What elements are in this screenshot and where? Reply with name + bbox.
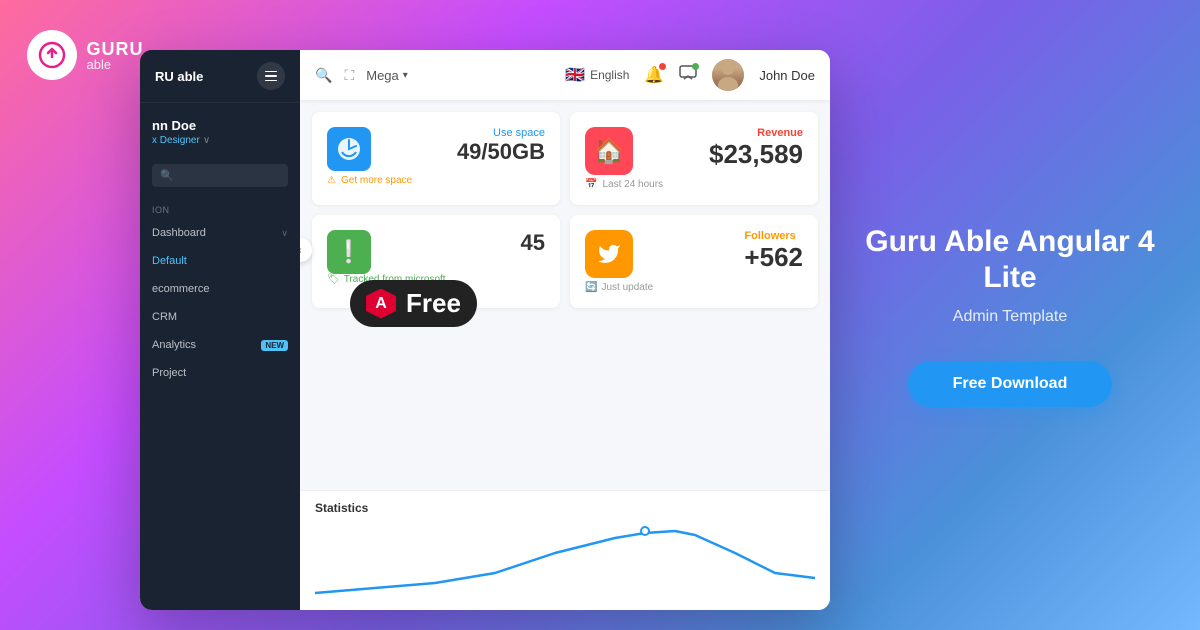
product-subtitle: Admin Template (953, 308, 1067, 326)
sidebar-item-analytics[interactable]: Analytics NEW (140, 331, 300, 359)
product-info-panel: Guru Able Angular 4 Lite Admin Template … (820, 0, 1200, 630)
storage-value: 49/50GB (457, 139, 545, 165)
storage-widget: Use space 49/50GB ⚠ Get more space (312, 112, 560, 205)
notification-dot (659, 63, 666, 70)
sidebar-header: RU able (140, 50, 300, 103)
sidebar-search[interactable]: 🔍 (152, 164, 288, 187)
topbar-username: John Doe (759, 68, 815, 83)
free-download-button[interactable]: Free Download (908, 361, 1113, 407)
sidebar-item-dashboard[interactable]: Dashboard ∨ (140, 219, 300, 247)
angular-free-badge: A Free (350, 280, 477, 327)
sidebar-item-label: ecommerce (152, 283, 209, 295)
statistics-section: Statistics (300, 490, 830, 610)
mega-label: Mega (366, 68, 399, 83)
angular-icon: A (366, 289, 396, 319)
chat-icon[interactable] (679, 65, 697, 86)
twitter-widget: Followers +562 🔄 Just update (570, 215, 818, 308)
logo-icon (27, 30, 77, 80)
main-content: 🔍 ⛶ Mega ▾ 🇬🇧 English 🔔 (300, 50, 830, 610)
revenue-date: 📅 Last 24 hours (585, 179, 803, 190)
fullscreen-icon[interactable]: ⛶ (344, 67, 354, 84)
storage-label: Use space (457, 127, 545, 139)
sidebar-item-label: Dashboard (152, 227, 206, 239)
chat-online-dot (692, 63, 699, 70)
revenue-label: Revenue (709, 127, 803, 139)
sidebar-item-project[interactable]: Project (140, 359, 300, 387)
language-selector[interactable]: 🇬🇧 English (565, 65, 629, 85)
new-badge: NEW (261, 340, 288, 351)
flag-icon: 🇬🇧 (565, 65, 585, 85)
followers-value: +562 (744, 242, 803, 273)
bugs-icon: ❕ (327, 230, 371, 274)
sidebar-item-ecommerce[interactable]: ecommerce (140, 275, 300, 303)
chevron-down-icon: ▾ (403, 70, 408, 81)
hamburger-button[interactable] (257, 62, 285, 90)
followers-update: 🔄 Just update (585, 282, 803, 293)
sidebar-role: x Designer ∨ (152, 135, 288, 146)
logo-container: GURU able (27, 30, 144, 80)
sidebar-user: nn Doe x Designer ∨ (140, 103, 300, 156)
sidebar-item-label: Analytics (152, 339, 196, 351)
followers-label: Followers (744, 230, 803, 242)
search-icon: 🔍 (160, 169, 174, 182)
product-title: Guru Able Angular 4 Lite (860, 224, 1160, 296)
topbar: 🔍 ⛶ Mega ▾ 🇬🇧 English 🔔 (300, 50, 830, 100)
sidebar-username: nn Doe (152, 118, 288, 133)
avatar-image (712, 59, 744, 91)
sidebar-section-label: ion (140, 195, 300, 219)
sidebar-item-label: Project (152, 367, 186, 379)
sidebar-item-label: CRM (152, 311, 177, 323)
warning-icon: ⚠ (327, 175, 336, 186)
sidebar-brand: RU able (155, 69, 203, 84)
free-badge-text: Free (406, 288, 461, 319)
sidebar-item-label: Default (152, 255, 187, 267)
user-avatar[interactable] (712, 59, 744, 91)
storage-icon (327, 127, 371, 171)
sidebar-item-crm[interactable]: CRM (140, 303, 300, 331)
statistics-title: Statistics (315, 501, 815, 515)
refresh-icon: 🔄 (585, 282, 597, 293)
calendar-icon: 📅 (585, 179, 597, 190)
mega-menu[interactable]: Mega ▾ (366, 68, 408, 83)
logo-text: GURU able (87, 40, 144, 71)
storage-warning: ⚠ Get more space (327, 175, 545, 186)
language-label: English (590, 68, 629, 82)
topbar-right: 🇬🇧 English 🔔 (565, 59, 815, 91)
dashboard-card: RU able nn Doe x Designer ∨ 🔍 ion Dashbo… (140, 50, 830, 610)
tag-icon: 🏷 (327, 274, 340, 285)
revenue-icon: 🏠 (585, 127, 633, 175)
bugs-value: 45 (521, 230, 545, 256)
sidebar: RU able nn Doe x Designer ∨ 🔍 ion Dashbo… (140, 50, 300, 610)
revenue-widget: 🏠 Revenue $23,589 📅 Last 24 hours (570, 112, 818, 205)
statistics-chart (315, 523, 815, 603)
twitter-icon (585, 230, 633, 278)
revenue-value: $23,589 (709, 139, 803, 170)
topbar-search-icon[interactable]: 🔍 (315, 67, 332, 84)
notification-bell[interactable]: 🔔 (644, 65, 664, 85)
chevron-down-icon: ∨ (281, 228, 288, 239)
sidebar-item-default[interactable]: Default (140, 247, 300, 275)
